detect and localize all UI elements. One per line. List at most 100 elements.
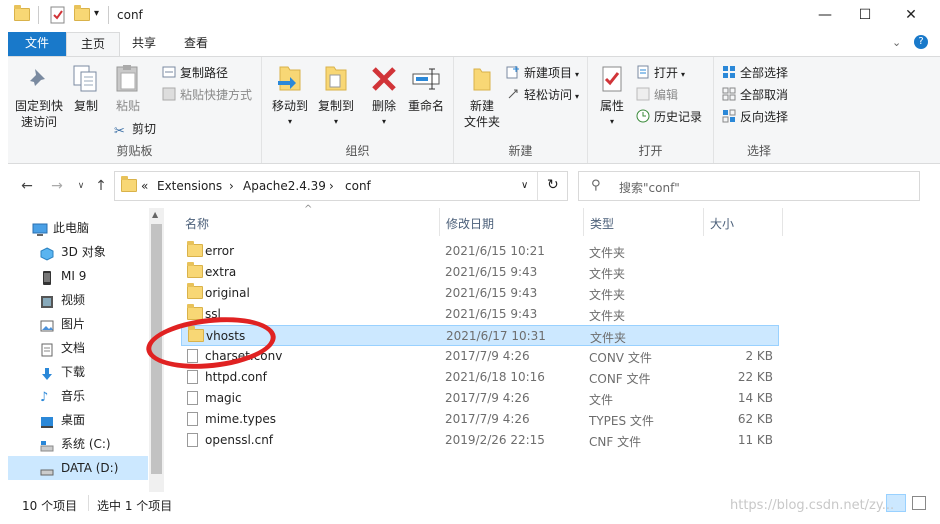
column-divider[interactable] xyxy=(439,208,440,236)
copy-path-button[interactable]: 复制路径 xyxy=(162,63,228,83)
select-all-button[interactable]: 全部选择 xyxy=(722,63,788,83)
file-modified: 2021/6/15 9:43 xyxy=(445,265,538,279)
video-icon xyxy=(40,293,54,308)
copy-button[interactable]: 复制 xyxy=(68,63,104,114)
breadcrumb-extensions[interactable]: Extensions xyxy=(157,179,222,193)
new-folder-button[interactable]: 新建 文件夹 xyxy=(460,63,504,130)
paste-shortcut-button[interactable]: 粘贴快捷方式 xyxy=(162,85,252,105)
up-arrow-icon[interactable]: ↑ xyxy=(92,177,110,195)
chevron-down-icon: ▾ xyxy=(681,70,686,79)
properties-button[interactable]: 属性 ▾ xyxy=(592,63,632,130)
forward-arrow-icon[interactable]: → xyxy=(48,177,66,195)
pin-quick-access-button[interactable]: 固定到快 速访问 xyxy=(14,63,64,130)
new-item-button[interactable]: 新建项目 ▾ xyxy=(506,63,579,83)
file-row[interactable]: original 2021/6/15 9:43 文件夹 xyxy=(181,283,779,304)
collapse-ribbon-icon[interactable]: ⌄ xyxy=(892,36,901,49)
invert-selection-button[interactable]: 反向选择 xyxy=(722,107,788,127)
easy-access-button[interactable]: 轻松访问 ▾ xyxy=(506,85,579,105)
chevron-down-icon: ▾ xyxy=(333,117,338,126)
nav-item-mi9[interactable]: MI 9 xyxy=(8,264,148,288)
copy-to-button[interactable]: 复制到 ▾ xyxy=(314,63,358,130)
help-icon[interactable]: ? xyxy=(914,35,928,49)
nav-item-3d-objects[interactable]: 3D 对象 xyxy=(8,240,148,264)
paste-button[interactable]: 粘贴 xyxy=(110,63,146,114)
file-row[interactable]: extra 2021/6/15 9:43 文件夹 xyxy=(181,262,779,283)
tab-share[interactable]: 共享 xyxy=(118,32,170,56)
address-bar[interactable]: « Extensions › Apache2.4.39 › conf ∨ ↻ xyxy=(114,171,568,201)
file-row[interactable]: httpd.conf 2021/6/18 10:16 CONF 文件 22 KB xyxy=(181,367,779,388)
move-to-button[interactable]: 移动到 ▾ xyxy=(268,63,312,130)
nav-item-pictures[interactable]: 图片 xyxy=(8,312,148,336)
copy-path-icon xyxy=(162,65,176,79)
close-button[interactable]: ✕ xyxy=(888,4,934,28)
tab-file[interactable]: 文件 xyxy=(8,32,66,56)
large-icons-view-icon[interactable] xyxy=(912,496,926,510)
nav-label: 音乐 xyxy=(61,389,86,403)
column-header-size[interactable]: 大小 xyxy=(710,215,734,232)
recent-locations-icon[interactable]: ∨ xyxy=(72,177,90,195)
new-folder-quick-icon[interactable] xyxy=(74,5,90,24)
column-header-name[interactable]: 名称 xyxy=(185,215,209,232)
scroll-up-icon[interactable]: ▲ xyxy=(152,210,158,219)
select-none-button[interactable]: 全部取消 xyxy=(722,85,788,105)
nav-item-desktop[interactable]: 桌面 xyxy=(8,408,148,432)
file-row[interactable]: mime.types 2017/7/9 4:26 TYPES 文件 62 KB xyxy=(181,409,779,430)
properties-quick-icon[interactable] xyxy=(50,6,66,24)
file-name: magic xyxy=(205,391,242,405)
file-name: mime.types xyxy=(205,412,276,426)
file-row[interactable]: error 2021/6/15 10:21 文件夹 xyxy=(181,241,779,262)
tab-view[interactable]: 查看 xyxy=(170,32,222,56)
breadcrumb-apache[interactable]: Apache2.4.39 xyxy=(243,179,326,193)
nav-item-documents[interactable]: 文档 xyxy=(8,336,148,360)
column-header-modified[interactable]: 修改日期 xyxy=(446,215,494,232)
new-folder-label: 新建 文件夹 xyxy=(463,99,500,129)
nav-item-drive-c[interactable]: 系统 (C:) xyxy=(8,432,148,456)
copy-label: 复制 xyxy=(73,99,98,113)
file-type: CONF 文件 xyxy=(589,372,651,386)
nav-item-downloads[interactable]: 下载 xyxy=(8,360,148,384)
maximize-button[interactable]: ☐ xyxy=(842,4,888,28)
history-button[interactable]: 历史记录 xyxy=(636,107,702,127)
file-type: CNF 文件 xyxy=(589,435,642,449)
column-divider[interactable] xyxy=(703,208,704,236)
file-row[interactable]: openssl.cnf 2019/2/26 22:15 CNF 文件 11 KB xyxy=(181,430,779,451)
open-label: 打开 xyxy=(654,66,679,80)
nav-item-music[interactable]: ♪ 音乐 xyxy=(8,384,148,408)
select-all-icon xyxy=(722,65,736,79)
open-button[interactable]: 打开 ▾ xyxy=(636,63,685,83)
delete-button[interactable]: 删除 ▾ xyxy=(366,63,402,130)
file-size: 14 KB xyxy=(737,391,773,405)
file-type: 文件夹 xyxy=(589,309,626,323)
column-header-type[interactable]: 类型 xyxy=(590,215,614,232)
column-divider[interactable] xyxy=(583,208,584,236)
drive-icon xyxy=(40,461,54,476)
chevron-down-icon: ▾ xyxy=(575,92,580,101)
address-dropdown-icon[interactable]: ∨ xyxy=(521,180,528,191)
file-icon xyxy=(187,370,198,387)
divider xyxy=(88,495,89,511)
refresh-icon[interactable]: ↻ xyxy=(547,177,559,193)
breadcrumb-separator-icon[interactable]: › xyxy=(229,179,234,193)
file-row[interactable]: ssl 2021/6/15 9:43 文件夹 xyxy=(181,304,779,325)
back-arrow-icon[interactable]: ← xyxy=(18,177,36,195)
breadcrumb-conf[interactable]: conf xyxy=(345,179,371,193)
nav-item-this-pc[interactable]: 此电脑 xyxy=(8,216,148,240)
drive-icon xyxy=(40,437,54,452)
tab-home[interactable]: 主页 xyxy=(66,32,121,56)
cut-button[interactable]: ✂ 剪切 xyxy=(114,119,156,139)
column-divider[interactable] xyxy=(782,208,783,236)
nav-item-drive-d[interactable]: DATA (D:) xyxy=(8,456,148,480)
search-input[interactable]: ⚲ 搜索"conf" xyxy=(578,171,920,201)
file-row[interactable]: charset.conv 2017/7/9 4:26 CONV 文件 2 KB xyxy=(181,346,779,367)
customize-quick-access-icon[interactable]: ▾ xyxy=(94,8,99,19)
rename-button[interactable]: 重命名 xyxy=(404,63,448,114)
file-size: 62 KB xyxy=(737,412,773,426)
navigation-pane: 此电脑 3D 对象 MI 9 视频 图片 文档 下载 ♪ 音乐 桌面 系统 (C… xyxy=(8,208,164,492)
breadcrumb-separator-icon[interactable]: › xyxy=(329,179,334,193)
file-type: 文件夹 xyxy=(589,246,626,260)
edit-icon xyxy=(636,87,650,101)
file-row[interactable]: magic 2017/7/9 4:26 文件 14 KB xyxy=(181,388,779,409)
edit-button[interactable]: 编辑 xyxy=(636,85,678,105)
overflow-chevron-icon[interactable]: « xyxy=(141,179,148,193)
nav-item-videos[interactable]: 视频 xyxy=(8,288,148,312)
